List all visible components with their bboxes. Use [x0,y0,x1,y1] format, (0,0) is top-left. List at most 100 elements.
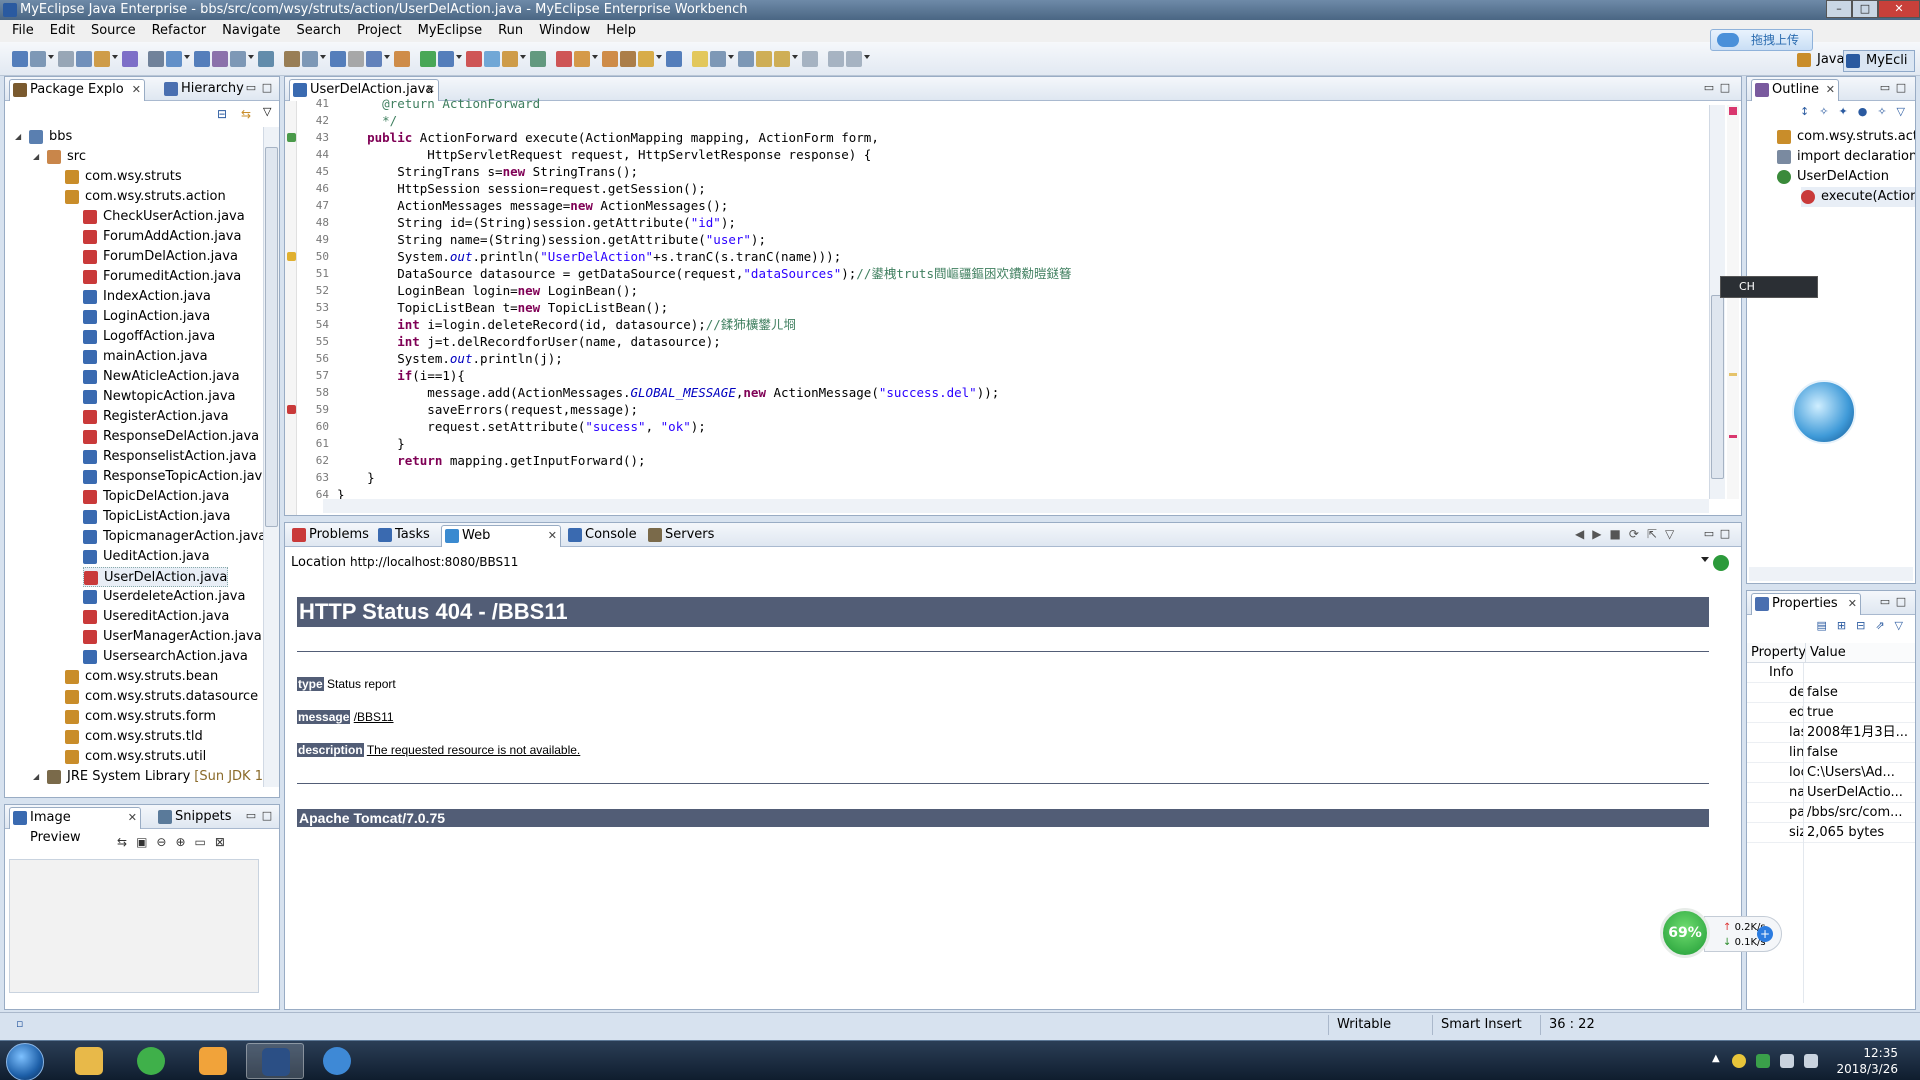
tab-web-browser[interactable]: Web Browser✕ [441,525,561,563]
dropdown-arrow-icon[interactable] [592,55,598,59]
new-interface-icon[interactable] [212,51,228,67]
coverage-icon[interactable] [348,51,364,67]
tree-item[interactable]: ◢ JRE System Library [Sun JDK 1.6.0 [33,767,279,787]
tree-item[interactable]: UserManagerAction.java [83,627,262,647]
property-row[interactable]: path/bbs/src/com... [1747,803,1915,823]
taskbar-explorer[interactable] [60,1043,118,1079]
close-button[interactable]: ✕ [1878,0,1920,18]
warning-marker[interactable] [1729,373,1737,376]
tree-item[interactable]: ◢ bbs [15,127,72,147]
tray-app-icon[interactable] [1732,1054,1746,1068]
deploy-icon[interactable] [122,51,138,67]
tree-item[interactable]: UsersearchAction.java [83,647,248,667]
tree-item[interactable]: UserdeleteAction.java [83,587,245,607]
dropdown-arrow-icon[interactable] [112,55,118,59]
close-tab-icon[interactable]: ✕ [128,808,137,828]
forward-icon[interactable] [602,51,618,67]
back-icon[interactable] [574,51,590,67]
tree-item[interactable]: TopicListAction.java [83,507,231,527]
floating-bird-widget[interactable] [1792,380,1856,444]
menu-myeclipse[interactable]: MyEclipse [410,20,491,42]
tab-outline[interactable]: Outline ✕ [1751,79,1839,101]
property-row[interactable]: deri false [1747,683,1915,703]
tab-console[interactable]: Console [565,525,641,547]
menu-edit[interactable]: Edit [42,20,83,42]
menu-project[interactable]: Project [349,20,409,42]
add-icon[interactable]: + [1757,926,1773,942]
zoom-out-icon[interactable]: ⊖ [156,835,175,849]
tree-item[interactable]: UsereditAction.java [83,607,229,627]
hide-nonpublic-icon[interactable]: ● [1858,105,1878,118]
hide-static-icon[interactable]: ✦ [1838,105,1857,118]
tray-expand-icon[interactable]: ▲ [1712,1053,1720,1064]
swap-icon[interactable]: ⇆ [117,835,136,849]
maximize-view-icon[interactable]: □ [1717,527,1733,540]
dropdown-arrow-icon[interactable] [384,55,390,59]
property-row[interactable]: edit true [1747,703,1915,723]
expand-toggle-icon[interactable]: ◢ [15,127,21,147]
maximize-view-icon[interactable]: □ [1893,595,1909,608]
close-tab-icon[interactable]: ✕ [548,526,557,546]
tab-properties[interactable]: Properties ✕ [1751,593,1861,615]
code-editor[interactable]: 41 @return ActionForward 42 */43 public A… [285,96,1741,515]
server-icon[interactable] [756,51,772,67]
gutter-marker-icon[interactable] [287,133,296,142]
tree-item[interactable]: ForumDelAction.java [83,247,238,267]
system-clock[interactable]: 12:35 2018/3/26 [1836,1045,1898,1077]
minimize-view-icon[interactable]: ▭ [1701,81,1717,94]
tab-servers[interactable]: Servers [645,525,721,547]
go-icon[interactable] [1713,555,1729,571]
view-menu-icon[interactable]: ▽ [1895,619,1913,632]
collapse-all-icon[interactable]: ⊟ [217,107,227,121]
shield-icon[interactable] [1756,1054,1770,1068]
dropdown-arrow-icon[interactable] [48,55,54,59]
run-icon[interactable] [330,51,346,67]
open-type-icon[interactable] [230,51,246,67]
close-tab-icon[interactable]: ✕ [1826,80,1835,100]
open-task-icon[interactable] [394,51,410,67]
menu-help[interactable]: Help [598,20,644,42]
refresh-icon[interactable]: ⟳ [1629,527,1647,541]
menu-navigate[interactable]: Navigate [214,20,288,42]
gutter-marker-icon[interactable] [287,405,296,414]
new-project-icon[interactable] [94,51,110,67]
tree-item[interactable]: NewAticleAction.java [83,367,240,387]
outline-item[interactable]: execute(Action [1801,187,1915,207]
new-wizard-icon[interactable] [166,51,182,67]
save-all-icon[interactable] [58,51,74,67]
search-icon[interactable] [420,51,436,67]
tree-item[interactable]: ForumAddAction.java [83,227,241,247]
expand-toggle-icon[interactable]: ◢ [33,147,39,167]
save-icon[interactable] [638,51,654,67]
tree-item[interactable]: TopicDelAction.java [83,487,229,507]
tree-item[interactable]: com.wsy.struts.tld [65,727,203,747]
tab-problems[interactable]: Problems [289,525,371,547]
taskbar-myeclipse[interactable] [246,1043,304,1079]
maximize-view-icon[interactable]: □ [259,81,275,94]
dropdown-arrow-icon[interactable] [248,55,254,59]
error-marker[interactable] [1729,435,1737,438]
new-wizard-icon[interactable] [774,51,790,67]
tree-item[interactable]: mainAction.java [83,347,208,367]
property-row[interactable]: loca C:\Users\Ad... [1747,763,1915,783]
hide-fields-icon[interactable]: ✧ [1819,105,1838,118]
tree-item[interactable]: ◢ src [33,147,86,167]
tree-item[interactable]: ResponselistAction.java [83,447,257,467]
fast-view-icon[interactable]: ▫ [16,1017,23,1030]
taskbar-app-green[interactable] [122,1043,180,1079]
property-row[interactable]: nam UserDelActio... [1747,783,1915,803]
tree-item[interactable]: IndexAction.java [83,287,211,307]
perspective-java[interactable]: Java [1795,50,1844,72]
tree-item[interactable]: com.wsy.struts.util [65,747,206,767]
network-icon[interactable] [1780,1054,1794,1068]
upload-button[interactable]: 拖拽上传 [1710,29,1813,51]
property-row[interactable]: link false [1747,743,1915,763]
view-menu-icon[interactable]: ▽ [263,105,271,118]
tree-item[interactable]: ResponseTopicAction.java [83,467,270,487]
external-tools-icon[interactable] [284,51,300,67]
tab-image-preview[interactable]: Image Preview ✕ [9,807,141,845]
minimize-view-icon[interactable]: ▭ [1877,595,1893,608]
fit-window-icon[interactable]: ⊠ [215,835,234,849]
last-edit-icon[interactable] [556,51,572,67]
new-icon[interactable] [620,51,636,67]
